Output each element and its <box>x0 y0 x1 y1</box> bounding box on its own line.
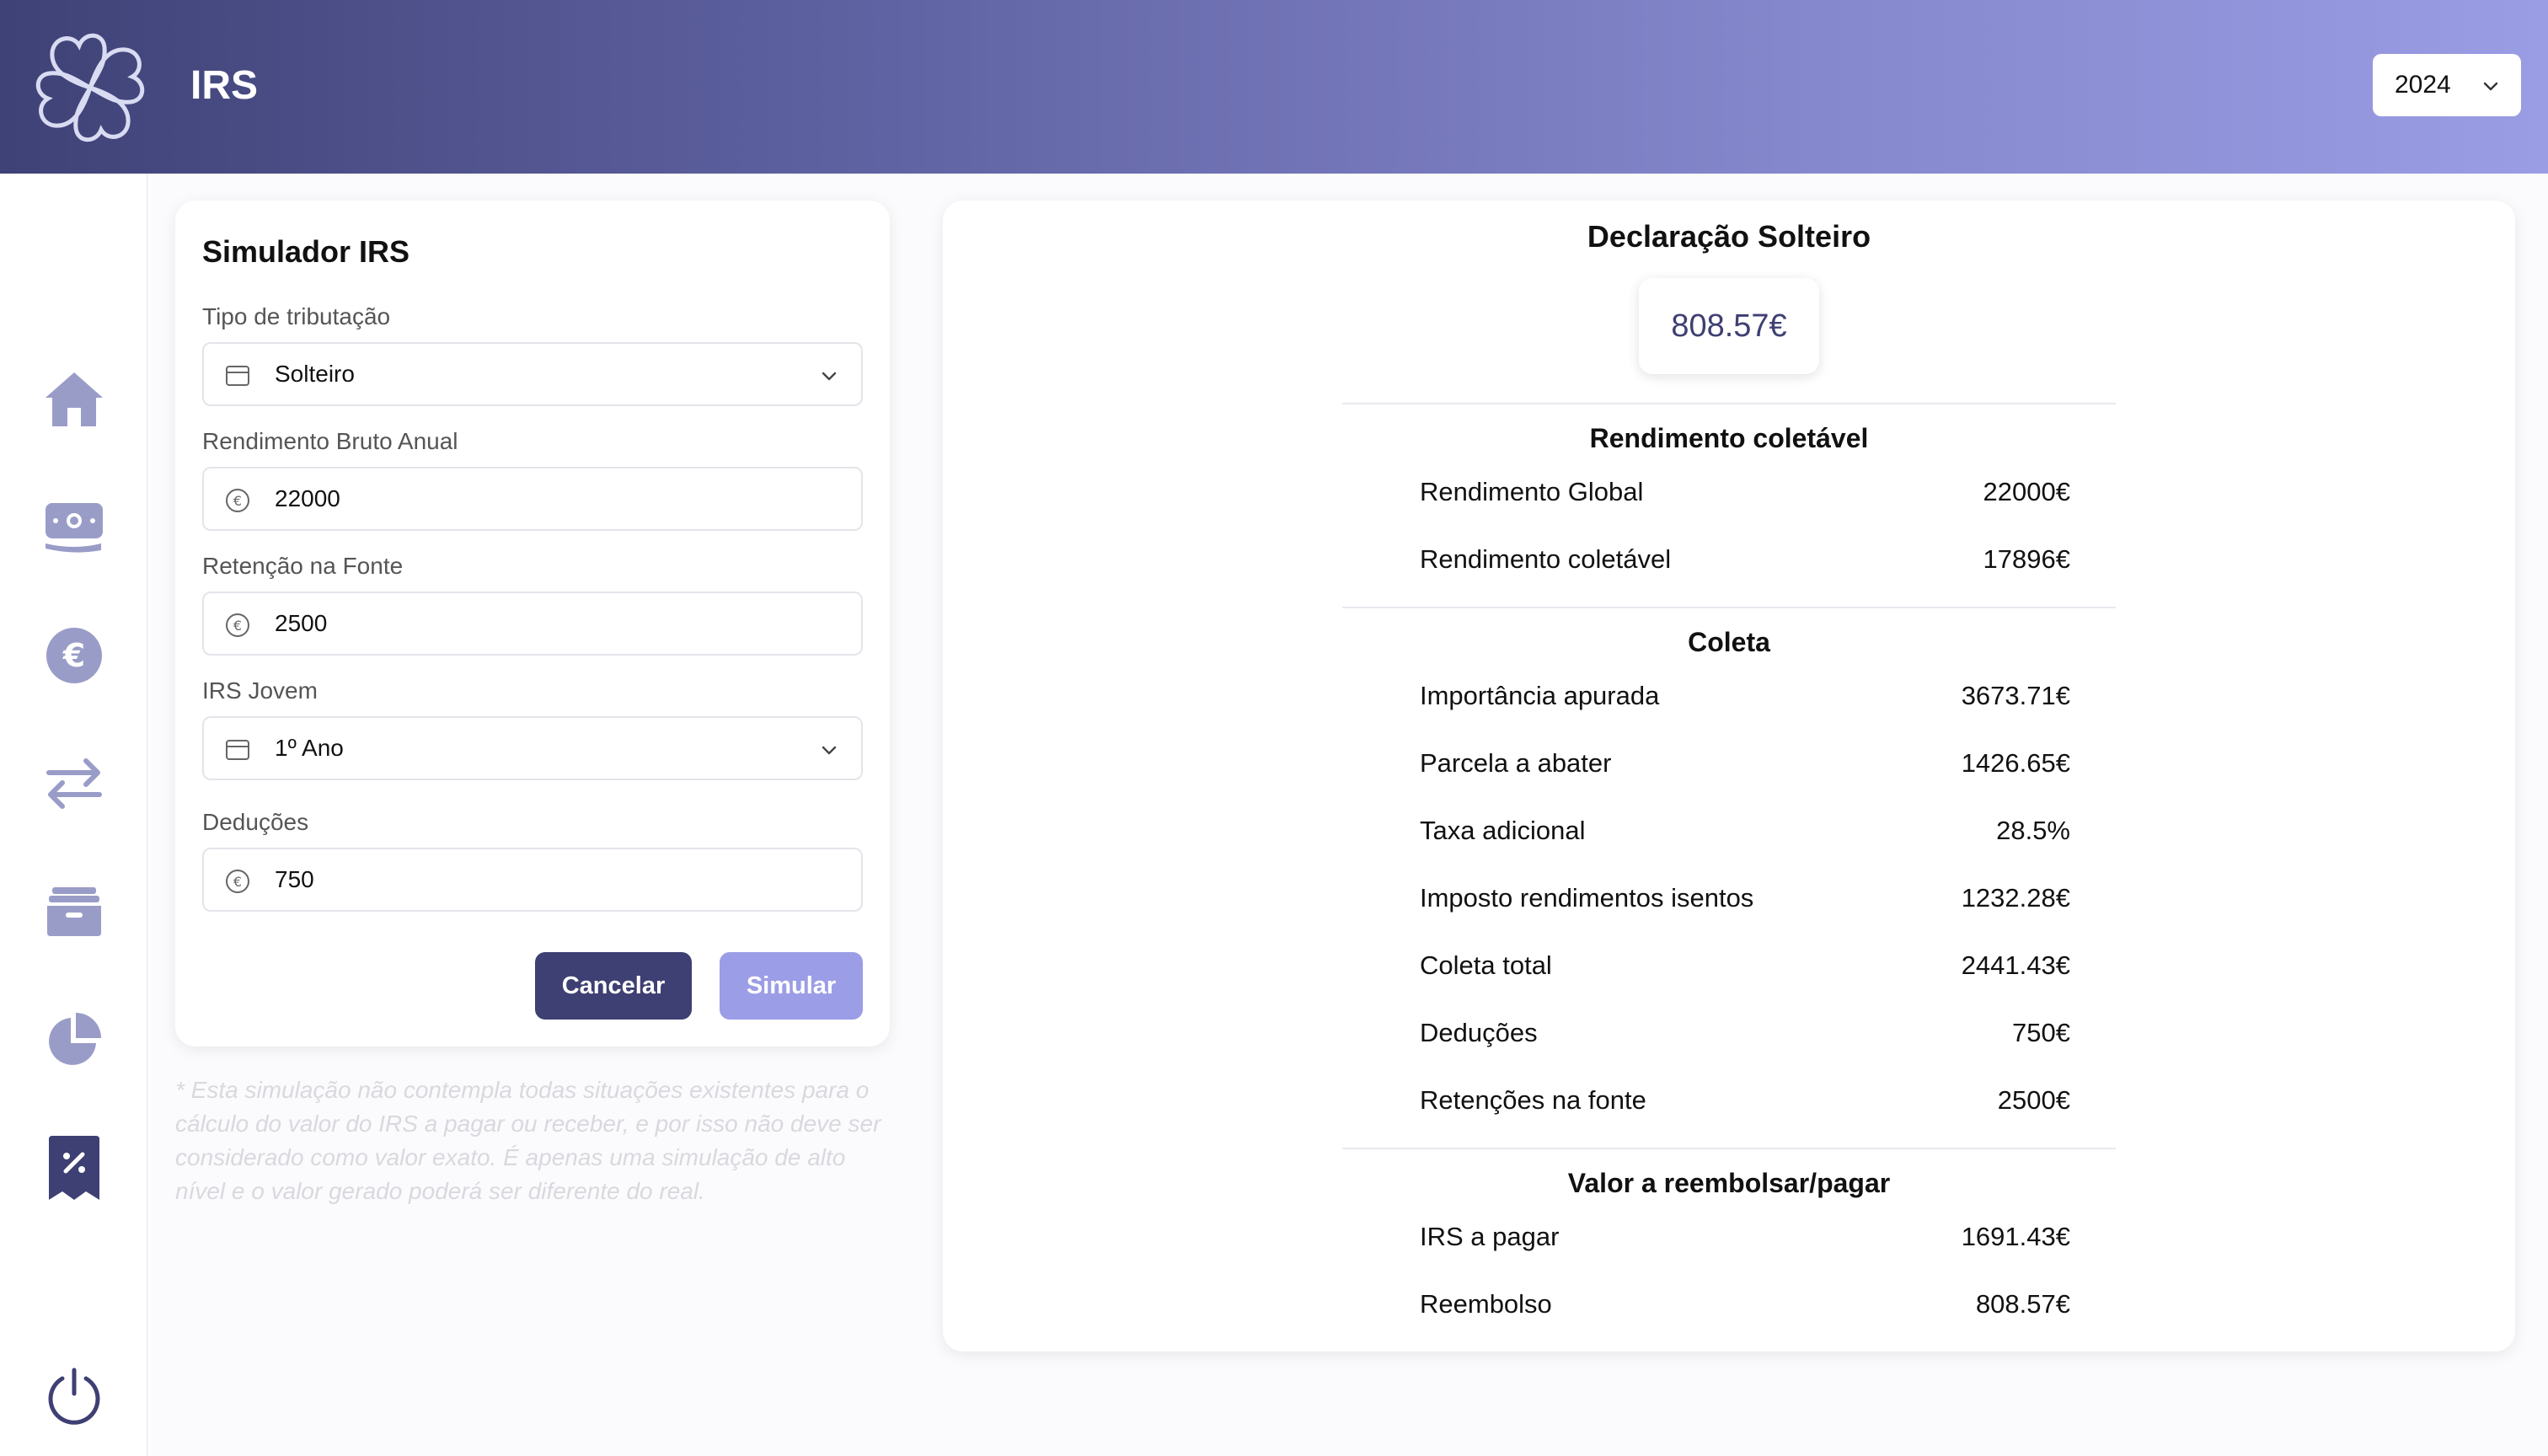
simulate-button[interactable]: Simular <box>720 952 863 1020</box>
rendimento-value: 22000 <box>275 485 340 511</box>
divider <box>1342 1148 2116 1149</box>
row-label: Parcela a abater <box>1420 748 1612 778</box>
row-value: 22000€ <box>1983 477 2070 506</box>
row-value: 1426.65€ <box>1961 748 2070 778</box>
divider <box>1342 403 2116 404</box>
app-title: IRS <box>190 63 259 108</box>
tipo-tributacao-select[interactable]: Solteiro <box>202 342 863 406</box>
svg-text:€: € <box>233 874 242 890</box>
year-select-value: 2024 <box>2395 71 2451 99</box>
row-label: Imposto rendimentos isentos <box>1420 883 1754 913</box>
retencao-label: Retenção na Fonte <box>202 553 404 579</box>
rendimento-label: Rendimento Bruto Anual <box>202 428 458 454</box>
row-label: Coleta total <box>1420 950 1552 980</box>
rendimento-input[interactable]: € 22000 <box>202 467 863 531</box>
chevron-down-icon <box>822 746 837 755</box>
deducoes-input[interactable]: € 750 <box>202 848 863 912</box>
row-label: Deduções <box>1420 1018 1538 1047</box>
tax-receipt-icon[interactable] <box>40 1134 108 1202</box>
row-value: 1691.43€ <box>1961 1222 2070 1251</box>
row-label: Taxa adicional <box>1420 816 1586 845</box>
row-value: 808.57€ <box>1975 1289 2070 1319</box>
wallet-icon[interactable] <box>40 878 108 945</box>
row-value: 2441.43€ <box>1961 950 2070 980</box>
row-value: 2500€ <box>1997 1085 2070 1115</box>
row-value: 17896€ <box>1983 544 2070 574</box>
home-icon[interactable] <box>40 366 108 433</box>
row-label: Rendimento Global <box>1420 477 1644 506</box>
retencao-value: 2500 <box>275 610 328 636</box>
result-card: Declaração Solteiro 808.57€ Rendimento c… <box>943 201 2515 1352</box>
euro-icon[interactable]: € <box>40 622 108 689</box>
simulator-title: Simulador IRS <box>202 234 410 269</box>
result-amount: 808.57€ <box>1639 278 1819 374</box>
row-label: IRS a pagar <box>1420 1222 1560 1251</box>
section-title: Valor a reembolsar/pagar <box>1567 1168 1891 1198</box>
section-title: Coleta <box>1688 627 1770 657</box>
svg-text:€: € <box>233 493 242 509</box>
svg-text:€: € <box>233 618 242 634</box>
divider <box>1342 607 2116 608</box>
row-value: 750€ <box>2012 1018 2070 1047</box>
tipo-tributacao-value: Solteiro <box>275 361 355 387</box>
disclaimer-text: * Esta simulação não contempla todas sit… <box>175 1077 881 1204</box>
year-select[interactable]: 2024 <box>2373 54 2521 116</box>
transfer-icon[interactable] <box>40 750 108 817</box>
section-title: Rendimento coletável <box>1589 423 1869 453</box>
row-label: Importância apurada <box>1420 681 1660 710</box>
row-value: 1232.28€ <box>1961 883 2070 913</box>
irs-jovem-label: IRS Jovem <box>202 677 318 704</box>
chevron-down-icon <box>822 372 837 381</box>
calendar-icon <box>226 366 249 386</box>
irs-jovem-value: 1º Ano <box>275 735 344 761</box>
row-label: Rendimento coletável <box>1420 544 1672 574</box>
row-value: 28.5% <box>1996 816 2070 845</box>
money-icon[interactable] <box>40 494 108 561</box>
retencao-input[interactable]: € 2500 <box>202 592 863 656</box>
euro-icon: € <box>226 489 249 512</box>
power-icon[interactable] <box>40 1362 108 1429</box>
euro-icon: € <box>226 613 249 637</box>
clover-logo-icon <box>19 20 162 155</box>
sidebar: € <box>0 174 148 1456</box>
simulator-card: Simulador IRS Tipo de tributação Solteir… <box>175 201 890 1046</box>
calendar-icon <box>226 740 249 760</box>
result-title: Declaração Solteiro <box>1587 219 1871 254</box>
row-label: Reembolso <box>1420 1289 1552 1319</box>
chevron-down-icon <box>2483 82 2498 91</box>
tipo-tributacao-label: Tipo de tributação <box>202 303 391 329</box>
deducoes-label: Deduções <box>202 809 309 835</box>
irs-jovem-select[interactable]: 1º Ano <box>202 716 863 780</box>
cancel-button[interactable]: Cancelar <box>535 952 692 1020</box>
svg-text:€: € <box>62 637 85 674</box>
deducoes-value: 750 <box>275 866 314 892</box>
pie-chart-icon[interactable] <box>40 1006 108 1073</box>
row-label: Retenções na fonte <box>1420 1085 1646 1115</box>
euro-icon: € <box>226 870 249 893</box>
app-header: IRS 2024 <box>0 0 2548 174</box>
row-value: 3673.71€ <box>1961 681 2070 710</box>
